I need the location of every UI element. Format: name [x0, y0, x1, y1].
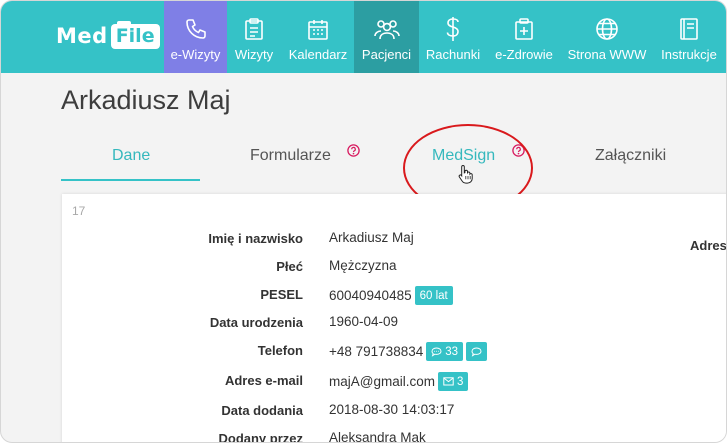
field-label-pesel: PESEL: [260, 287, 303, 302]
app-window: Med File e-Wizyty Wizyty Kalendarz Pacje…: [0, 0, 727, 443]
dollar-icon: [443, 11, 463, 47]
active-tab-indicator: [61, 179, 200, 181]
nav-item-label: e-Wizyty: [170, 47, 221, 62]
field-value-name: Arkadiusz Maj: [329, 230, 414, 245]
tab-formularze[interactable]: Formularze: [250, 147, 331, 165]
nav-item-label: Rachunki: [425, 47, 481, 62]
envelope-icon: [443, 377, 454, 386]
tab-zalaczniki[interactable]: Załączniki: [595, 147, 666, 165]
send-sms-button[interactable]: [466, 342, 488, 361]
top-navigation: Med File e-Wizyty Wizyty Kalendarz Pacje…: [1, 1, 726, 73]
record-id: 17: [72, 204, 86, 218]
nav-item-wizyty[interactable]: Wizyty: [229, 1, 279, 73]
field-value-phone: +48 791738834 33: [329, 342, 488, 361]
logo-text-file: File: [110, 20, 160, 49]
pesel-value: 60040940485: [329, 288, 412, 303]
nav-item-label: Kalendarz: [288, 47, 348, 62]
nav-item-e-wizyty[interactable]: e-Wizyty: [164, 1, 227, 73]
nav-item-strona-www[interactable]: Strona WWW: [563, 1, 651, 73]
page-title: Arkadiusz Maj: [61, 85, 231, 115]
nav-item-e-zdrowie[interactable]: e-Zdrowie: [490, 1, 558, 73]
clipboard-icon: [243, 11, 265, 47]
chat-bubble-icon: [471, 346, 482, 357]
tab-dane[interactable]: Dane: [112, 147, 150, 165]
globe-icon: [595, 11, 619, 47]
sms-count-button[interactable]: 33: [426, 342, 464, 361]
nav-item-pacjenci[interactable]: Pacjenci: [354, 1, 419, 73]
book-icon: [678, 11, 700, 47]
chat-icon: [431, 346, 442, 357]
field-label-address: Adres: [690, 238, 727, 253]
logo-text-med: Med: [56, 24, 108, 48]
nav-item-label: Instrukcje: [661, 47, 717, 62]
medfile-logo[interactable]: Med File: [56, 20, 160, 51]
field-label-birth-date: Data urodzenia: [209, 315, 303, 330]
field-value-birth-date: 1960-04-09: [329, 314, 399, 329]
nav-item-label: e-Zdrowie: [495, 47, 553, 62]
field-label-name: Imię i nazwisko: [208, 231, 303, 246]
field-value-email: majA@gmail.com 3: [329, 372, 469, 391]
field-value-pesel: 60040940485 60 lat: [329, 286, 453, 305]
nav-item-label: Pacjenci: [361, 47, 412, 62]
email-count-button[interactable]: 3: [437, 372, 469, 391]
users-icon: [372, 11, 402, 47]
nav-item-label: Wizyty: [234, 47, 274, 62]
nav-item-rachunki[interactable]: Rachunki: [422, 1, 484, 73]
field-label-phone: Telefon: [257, 343, 303, 358]
nav-item-label: Strona WWW: [567, 47, 647, 62]
sms-count: 33: [445, 345, 459, 358]
help-icon[interactable]: [347, 144, 360, 162]
age-badge: 60 lat: [414, 286, 453, 305]
field-value-gender: Mężczyzna: [329, 258, 397, 273]
field-label-email: Adres e-mail: [224, 373, 303, 388]
medical-kit-icon: [513, 11, 535, 47]
field-label-date-added: Data dodania: [221, 403, 303, 418]
calendar-icon: [306, 11, 330, 47]
phone-icon: [184, 11, 208, 47]
field-value-date-added: 2018-08-30 14:03:17: [329, 402, 455, 417]
email-count: 3: [456, 375, 464, 388]
phone-value: +48 791738834: [329, 344, 424, 359]
field-value-added-by: Aleksandra Mak: [329, 430, 426, 443]
field-label-added-by: Dodany przez: [218, 431, 303, 443]
nav-item-kalendarz[interactable]: Kalendarz: [283, 1, 353, 73]
nav-item-instrukcje[interactable]: Instrukcje: [656, 1, 722, 73]
email-value: majA@gmail.com: [329, 374, 435, 389]
hand-cursor-icon: [458, 164, 474, 189]
field-label-gender: Płeć: [276, 259, 303, 274]
